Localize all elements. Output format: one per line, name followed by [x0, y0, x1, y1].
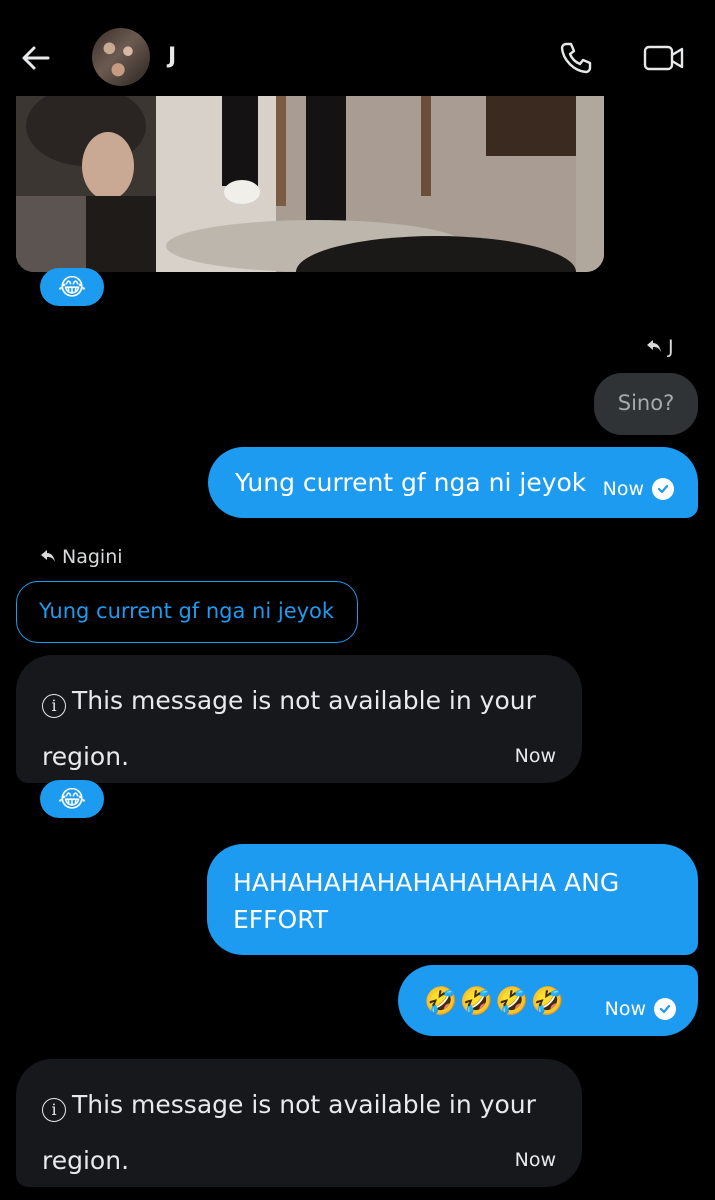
message-bubble-outgoing[interactable]: Yung current gf nga ni jeyok Now [208, 447, 698, 518]
timestamp: Now [602, 477, 644, 500]
timestamp: Now [514, 745, 556, 767]
quoted-message-text: Sino? [617, 391, 675, 416]
read-check-icon [654, 997, 676, 1020]
media-attachment[interactable] [16, 96, 604, 272]
reply-to-name: Nagini [62, 546, 123, 568]
reply-indicator: Nagini [40, 546, 123, 568]
reply-indicator: J [646, 336, 674, 358]
reply-arrow-icon [646, 336, 662, 358]
message-text: HAHAHAHAHAHAHAHAHA ANG EFFORT [233, 868, 620, 934]
phone-icon[interactable] [556, 38, 596, 78]
quoted-message-text: Yung current gf nga ni jeyok [39, 599, 335, 624]
reply-arrow-icon [40, 546, 56, 568]
contact-name[interactable]: J [168, 44, 176, 69]
timestamp: Now [604, 997, 646, 1020]
message-bubble-outgoing[interactable]: 🤣🤣🤣🤣 Now [398, 965, 698, 1036]
video-camera-icon[interactable] [642, 38, 686, 78]
quoted-message[interactable]: Sino? [594, 373, 698, 435]
message-bubble-outgoing[interactable]: HAHAHAHAHAHAHAHAHA ANG EFFORT [207, 844, 698, 955]
info-icon: i [42, 694, 66, 718]
read-check-icon [652, 477, 674, 500]
message-text: Yung current gf nga ni jeyok [235, 467, 587, 497]
arrow-left-icon[interactable] [18, 40, 54, 76]
timestamp: Now [514, 1149, 556, 1171]
quoted-message[interactable]: Yung current gf nga ni jeyok [16, 581, 358, 643]
conversation-header: J [0, 0, 715, 96]
dm-conversation-screen: J 😂 J Sino? Yung current gf nga ni jeyok… [0, 0, 715, 1200]
avatar[interactable] [92, 28, 150, 86]
message-bubble-incoming[interactable]: i This message is not available in your r… [16, 1059, 582, 1187]
reaction-badge[interactable]: 😂 [40, 780, 104, 818]
message-text: This message is not available in your re… [42, 686, 536, 771]
message-text: 🤣🤣🤣🤣 [424, 985, 567, 1017]
unavailable-message: i This message is not available in your r… [42, 1077, 542, 1189]
message-text: This message is not available in your re… [42, 1090, 536, 1175]
unavailable-message: i This message is not available in your r… [42, 673, 542, 785]
message-meta: Now [602, 477, 674, 500]
message-bubble-incoming[interactable]: i This message is not available in your r… [16, 655, 582, 783]
reply-to-name: J [668, 336, 674, 358]
info-icon: i [42, 1098, 66, 1122]
message-meta: Now [604, 997, 676, 1020]
reaction-badge[interactable]: 😂 [40, 268, 104, 306]
